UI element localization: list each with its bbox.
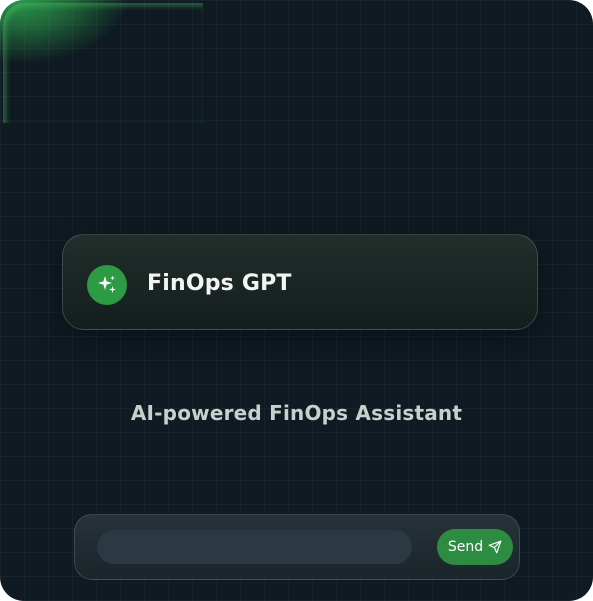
send-button-label: Send bbox=[447, 539, 484, 555]
message-input[interactable] bbox=[97, 530, 412, 564]
send-button[interactable]: Send bbox=[437, 529, 513, 565]
corner-highlight bbox=[3, 3, 203, 123]
title-card: FinOps GPT bbox=[62, 234, 538, 330]
sparkles-icon bbox=[87, 265, 127, 305]
paper-plane-icon bbox=[488, 540, 502, 554]
corner-glow bbox=[0, 0, 140, 70]
app-title: FinOps GPT bbox=[147, 271, 292, 296]
message-composer: Send bbox=[74, 514, 520, 580]
app-subtitle: AI-powered FinOps Assistant bbox=[130, 401, 463, 425]
chat-window: FinOps GPT AI-powered FinOps Assistant S… bbox=[0, 0, 593, 601]
